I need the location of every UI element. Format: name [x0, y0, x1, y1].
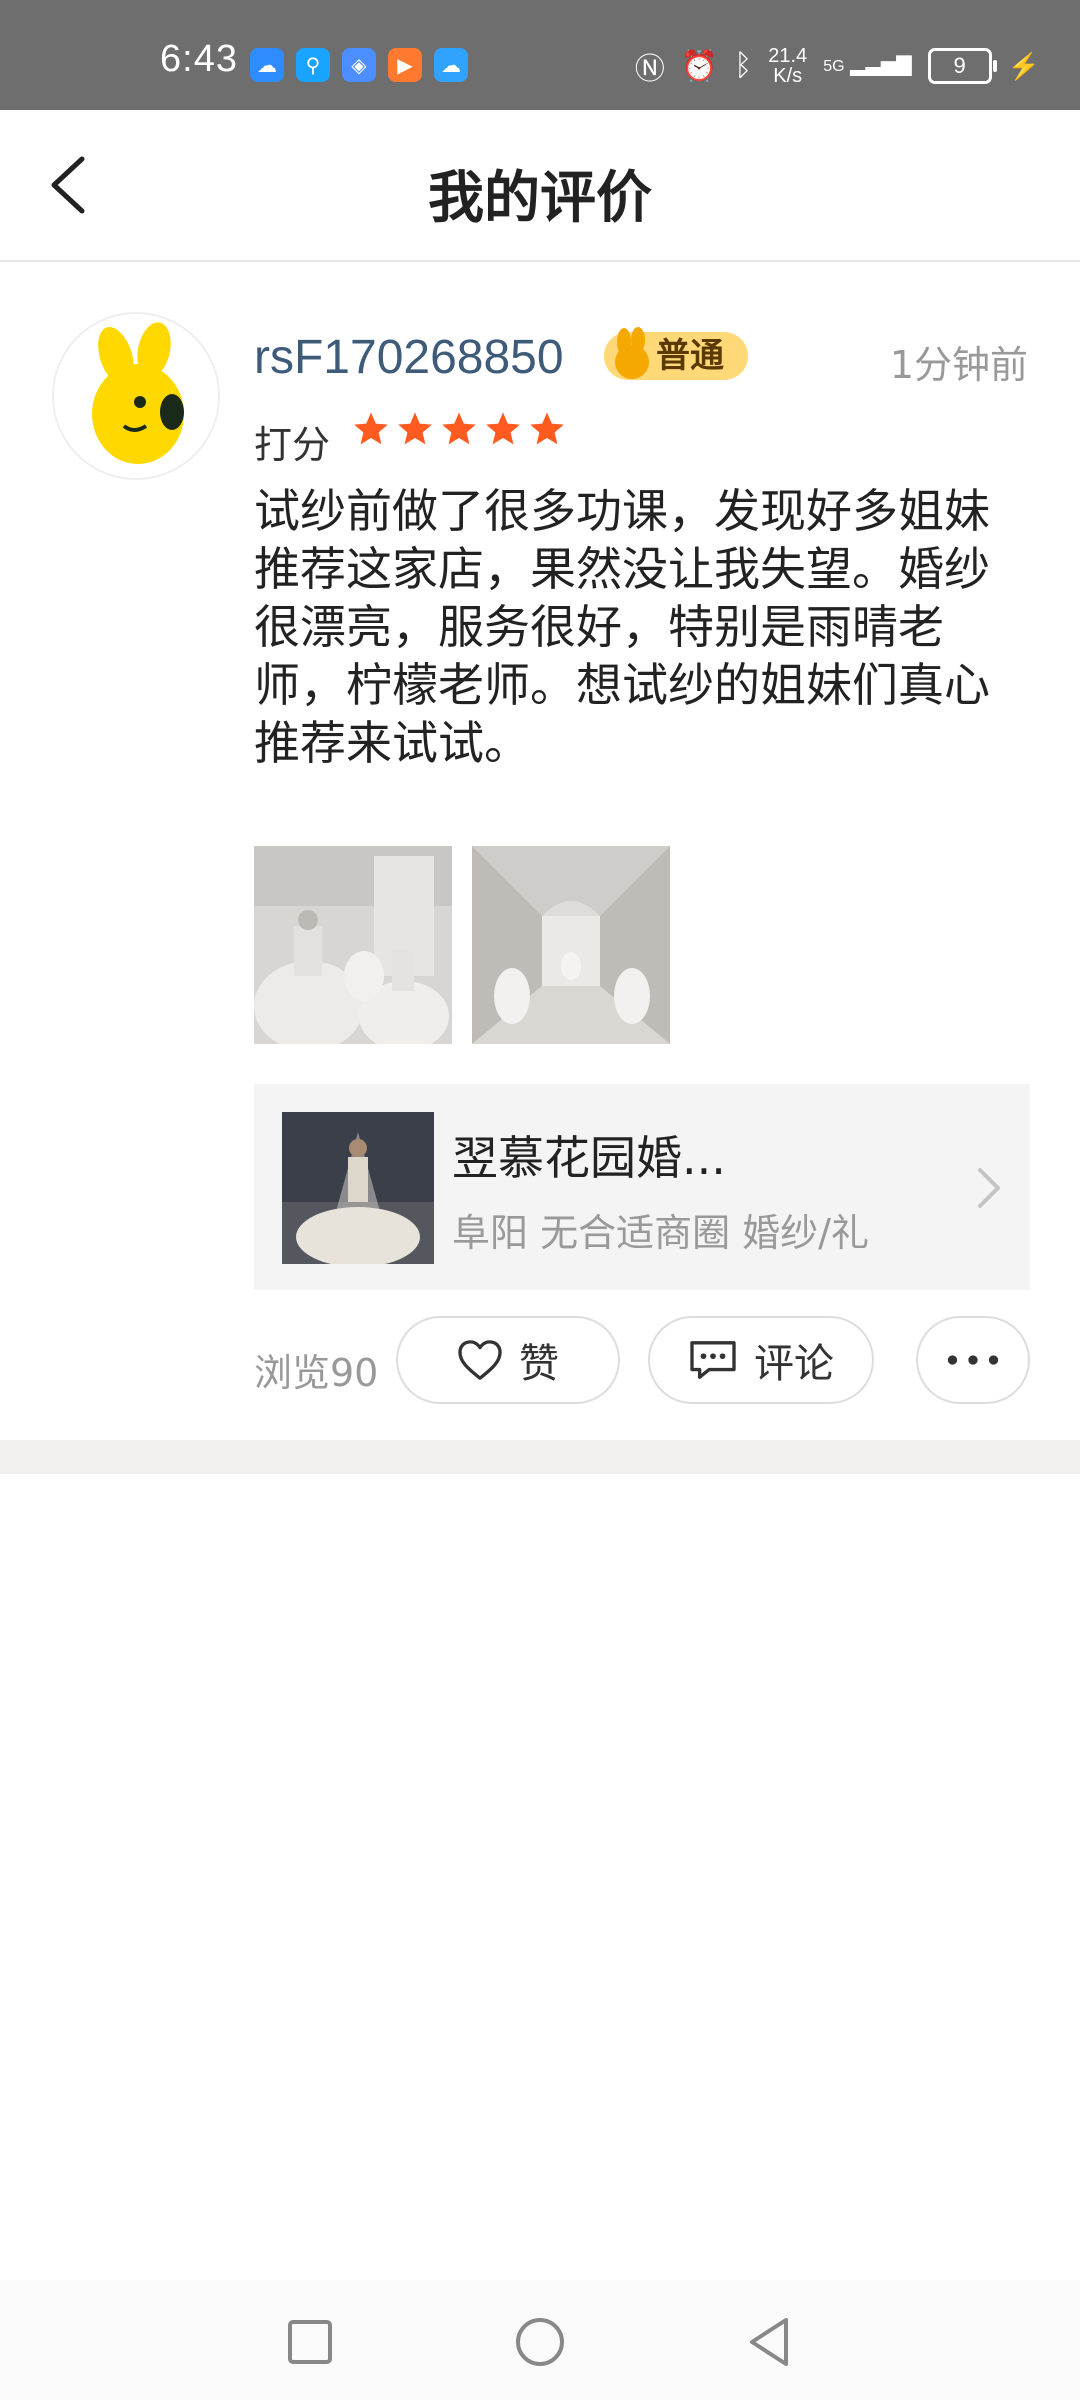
weather-app-icon: ☁ — [434, 48, 468, 82]
status-time: 6:43 — [160, 38, 238, 80]
review-photos — [254, 846, 670, 1044]
charging-icon: ⚡ — [1007, 50, 1040, 81]
alarm-icon: ⏰ — [680, 49, 719, 83]
home-icon[interactable] — [512, 2314, 568, 2370]
view-count: 浏览90 — [254, 1351, 379, 1395]
nfc-icon: Ⓝ — [634, 53, 665, 86]
store-subtitle: 阜阳 无合适商圈 婚纱/礼 — [452, 1211, 869, 1255]
page-title: 我的评价 — [428, 166, 652, 231]
more-button[interactable] — [916, 1316, 1030, 1404]
cloud-app-icon: ☁ — [250, 48, 284, 82]
star-icon — [530, 412, 564, 445]
review-photo[interactable] — [254, 846, 452, 1044]
bridal-gown-image-icon — [282, 1112, 434, 1264]
badge-hand-icon — [615, 327, 649, 379]
network-speed: 21.4 K/s — [768, 45, 808, 87]
star-icon — [486, 412, 520, 445]
heart-icon — [458, 1340, 502, 1380]
rating-label: 打分 — [254, 423, 331, 467]
signal-icon: 5G ▂▃▅▇ — [823, 54, 912, 76]
star-icon — [398, 412, 432, 445]
star-icon — [442, 412, 476, 445]
review-content: 试纱前做了很多功课，发现好多姐妹推荐这家店，果然没让我失望。婚纱很漂亮，服务很好… — [254, 484, 990, 770]
store-name: 翌慕花园婚... — [452, 1131, 726, 1185]
chevron-right-icon — [978, 1168, 1000, 1208]
comment-icon — [690, 1341, 736, 1379]
like-button[interactable]: 赞 — [396, 1316, 620, 1404]
video-app-icon: ▶ — [388, 48, 422, 82]
status-bar: 6:43 ☁ ⚲ ◈ ▶ ☁ Ⓝ ⏰ ᛒ 21.4 K/s 5G ▂▃▅▇ 9 ⚡ — [0, 0, 1080, 110]
yellow-hand-mascot-icon — [54, 314, 218, 478]
system-nav-bar — [0, 2280, 1080, 2400]
badge-label: 普通 — [656, 336, 724, 376]
like-label: 赞 — [519, 1341, 559, 1387]
star-icon — [354, 412, 388, 445]
corridor-photo-icon — [472, 846, 670, 1044]
battery-icon: 9 — [927, 48, 997, 84]
comment-label: 评论 — [754, 1341, 834, 1387]
member-badge: 普通 — [604, 327, 748, 380]
store-card[interactable]: 翌慕花园婚... 阜阳 无合适商圈 婚纱/礼 — [254, 1084, 1030, 1290]
review-photo[interactable] — [472, 846, 670, 1044]
compass-app-icon: ◈ — [342, 48, 376, 82]
back-nav-icon[interactable] — [742, 2314, 798, 2370]
app-header: 我的评价 — [0, 110, 1080, 262]
section-divider — [0, 1440, 1080, 1474]
rating-stars — [352, 410, 566, 448]
notification-icons: ☁ ⚲ ◈ ▶ ☁ — [250, 48, 468, 82]
search-app-icon: ⚲ — [296, 48, 330, 82]
recent-apps-icon[interactable] — [282, 2314, 338, 2370]
status-right: Ⓝ ⏰ ᛒ 21.4 K/s 5G ▂▃▅▇ 9 ⚡ — [635, 44, 1040, 88]
username[interactable]: rsF170268850 — [254, 330, 564, 385]
store-thumbnail — [282, 1112, 434, 1264]
wedding-dress-photo-icon — [254, 846, 452, 1044]
review-time: 1分钟前 — [889, 343, 1028, 387]
avatar[interactable] — [52, 312, 220, 480]
bluetooth-icon: ᛒ — [734, 49, 753, 82]
review-card: rsF170268850 普通 1分钟前 打分 试纱前做了很多功课，发现好多姐妹… — [0, 262, 1080, 1440]
more-dots-icon — [947, 1355, 999, 1365]
comment-button[interactable]: 评论 — [648, 1316, 874, 1404]
